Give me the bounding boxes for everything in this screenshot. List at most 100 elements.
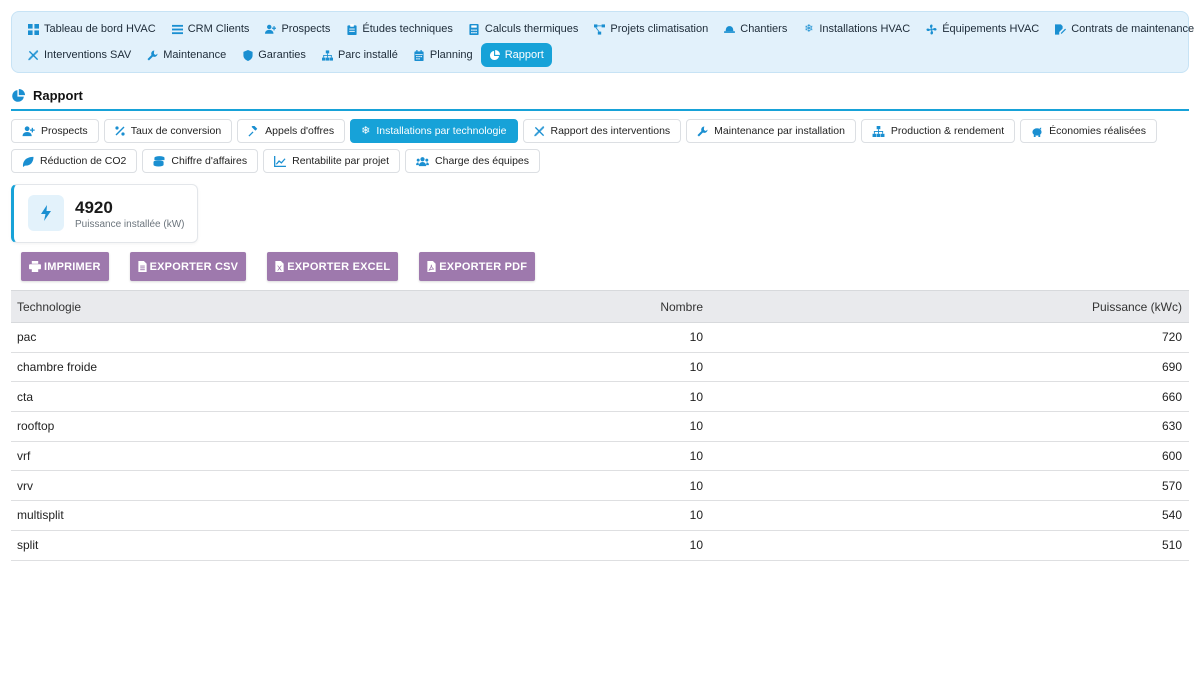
report-tabs-row-2: Réduction de CO2 Chiffre d'affaires Rent… [11,149,1111,173]
nav-item-crm-clients[interactable]: CRM Clients [164,17,258,41]
gavel-icon [248,125,259,137]
print-icon [29,261,41,272]
tab-label: Taux de conversion [130,125,222,137]
nav-item-label: Interventions SAV [44,49,132,61]
cell-puissance: 600 [1161,449,1182,464]
table-row: rooftop 10 630 [11,412,1189,442]
print-button-label: IMPRIMER [44,260,101,273]
tab-prospects[interactable]: Prospects [11,119,99,143]
nav-item-rapport[interactable]: Rapport [480,43,552,67]
snowflake-icon: ❄ [804,22,814,35]
tab-label: Rentabilite par projet [292,155,390,167]
column-header-technologie[interactable]: Technologie [11,300,411,314]
nav-item-prospects[interactable]: Prospects [257,17,338,41]
nav-item-projets-climatisation[interactable]: Projets climatisation [586,17,716,41]
tab-chiffre-affaires[interactable]: Chiffre d'affaires [142,149,259,173]
sitemap-icon [321,49,333,61]
stat-card-puissance: 4920 Puissance installée (kW) [11,184,198,243]
dashboard-icon [28,23,39,35]
cell-nombre: 10 [689,419,703,434]
file-signature-icon [1055,23,1067,35]
cell-nombre: 10 [689,508,703,523]
list-icon [171,24,183,35]
user-plus-icon [265,24,277,35]
tab-rentabilite-par-projet[interactable]: Rentabilite par projet [263,149,401,173]
nav-item-parc-installe[interactable]: Parc installé [314,43,406,67]
cell-puissance: 720 [1161,330,1182,345]
cell-technologie: cta [17,389,34,404]
sitemap-icon [872,125,885,137]
tools-icon [533,125,545,137]
print-button[interactable]: IMPRIMER [21,252,109,281]
clipboard-icon [346,23,357,35]
nav-item-calculs-thermiques[interactable]: Calculs thermiques [461,17,587,41]
nav-item-contrats-maintenance[interactable]: Contrats de maintenance [1047,17,1200,41]
nav-item-chantiers[interactable]: Chantiers [716,17,795,41]
tab-charge-equipes[interactable]: Charge des équipes [405,149,541,173]
chart-line-icon [274,155,287,167]
wrench-icon [147,49,158,61]
nav-item-installations-hvac[interactable]: ❄ Installations HVAC [795,17,918,41]
cell-technologie: multisplit [17,508,64,523]
export-csv-button-label: EXPORTER CSV [149,260,239,273]
user-plus-icon [22,125,35,137]
cell-technologie: split [17,538,39,553]
tab-label: Installations par technologie [376,125,507,137]
tab-maintenance-par-installation[interactable]: Maintenance par installation [686,119,856,143]
tab-production-rendement[interactable]: Production & rendement [860,119,1016,143]
export-csv-button[interactable]: EXPORTER CSV [129,252,247,281]
table-row: pac 10 720 [11,323,1189,353]
calendar-icon [414,49,425,61]
file-pdf-icon [427,261,436,272]
tab-economies-realisees[interactable]: Économies réalisées [1020,119,1158,143]
nav-item-label: Équipements HVAC [942,23,1040,35]
cell-nombre: 10 [689,449,703,464]
nav-item-label: Maintenance [163,49,227,61]
cell-puissance: 630 [1161,419,1182,434]
nav-item-label: CRM Clients [187,23,250,35]
nav-item-garanties[interactable]: Garanties [234,43,314,67]
nav-item-equipements-hvac[interactable]: Équipements HVAC [918,17,1047,41]
export-pdf-button[interactable]: EXPORTER PDF [419,252,536,281]
nav-item-label: Parc installé [337,49,398,61]
leaf-icon [22,156,34,167]
shield-icon [242,49,253,61]
nav-item-planning[interactable]: Planning [406,43,481,67]
nav-item-interventions-sav[interactable]: Interventions SAV [20,43,139,67]
nav-item-etudes-techniques[interactable]: Études techniques [338,17,461,41]
tab-appels-offres[interactable]: Appels d'offres [237,119,346,143]
tab-label: Appels d'offres [265,125,335,137]
table-row: multisplit 10 540 [11,501,1189,531]
pie-chart-icon [489,49,500,61]
cell-technologie: vrf [17,449,31,464]
export-actions: IMPRIMER EXPORTER CSV EXPORTER EXCEL EXP… [21,252,536,281]
coins-icon [153,155,165,167]
nav-item-maintenance[interactable]: Maintenance [139,43,234,67]
hard-hat-icon [724,24,736,35]
tab-label: Réduction de CO2 [40,155,127,167]
nav-item-label: Études techniques [362,23,453,35]
tab-rapport-interventions[interactable]: Rapport des interventions [522,119,682,143]
bolt-icon [28,195,64,231]
export-pdf-button-label: EXPORTER PDF [439,260,528,273]
tab-label: Rapport des interventions [550,125,671,137]
nav-item-label: Planning [429,49,473,61]
cell-technologie: rooftop [17,419,55,434]
table-row: chambre froide 10 690 [11,353,1189,383]
tab-label: Maintenance par installation [714,125,845,137]
column-header-nombre[interactable]: Nombre [411,300,703,314]
cell-puissance: 570 [1161,478,1182,493]
cell-puissance: 660 [1161,389,1182,404]
column-header-puissance[interactable]: Puissance (kWc) [703,300,1189,314]
tab-label: Production & rendement [890,125,1005,137]
nav-item-tableau-de-bord[interactable]: Tableau de bord HVAC [20,17,164,41]
nav-item-label: Calculs thermiques [484,23,579,35]
export-excel-button[interactable]: EXPORTER EXCEL [267,252,399,281]
tab-reduction-co2[interactable]: Réduction de CO2 [11,149,138,173]
tools-icon [28,49,39,61]
tab-label: Prospects [41,125,88,137]
stat-label: Puissance installée (kW) [75,219,185,230]
tab-installations-par-technologie[interactable]: ❄ Installations par technologie [350,119,518,143]
tab-taux-conversion[interactable]: Taux de conversion [103,119,233,143]
pie-chart-icon [11,88,25,103]
